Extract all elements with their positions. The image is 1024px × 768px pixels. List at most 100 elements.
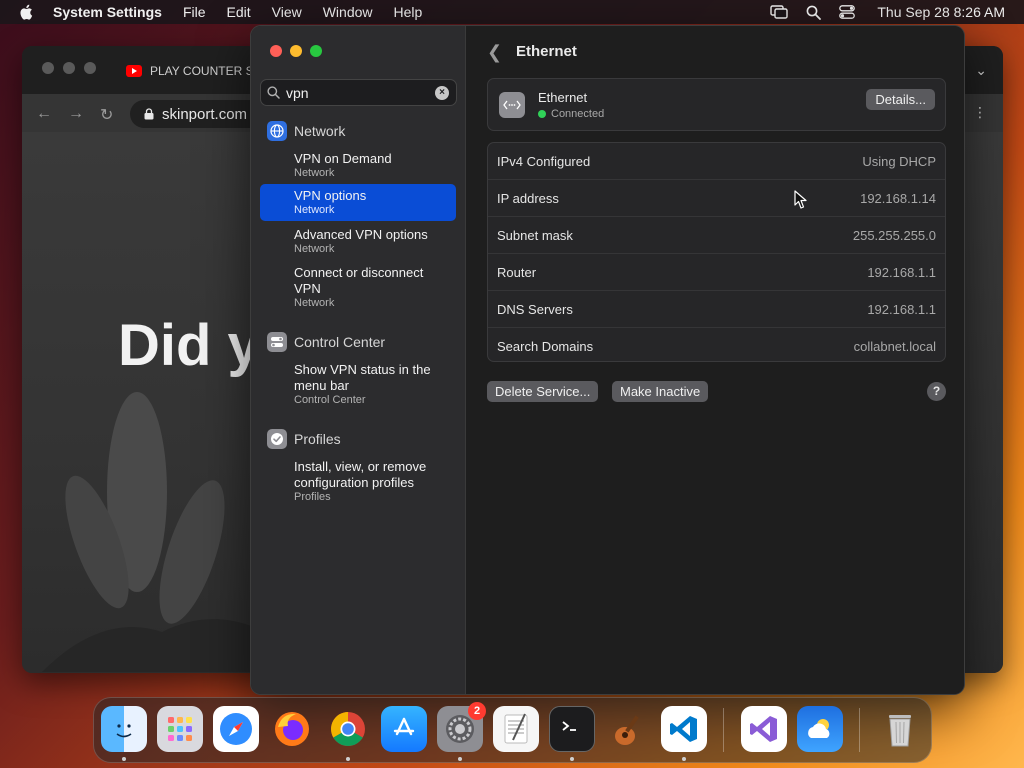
sidebar-group-profiles[interactable]: Profiles	[267, 429, 341, 449]
menu-window[interactable]: Window	[323, 4, 373, 20]
search-result-show-vpn-status[interactable]: Show VPN status in the menu bar Control …	[260, 358, 450, 411]
browser-tab[interactable]: PLAY COUNTER S	[126, 64, 254, 78]
dock-separator	[859, 708, 860, 752]
browser-close-button[interactable]	[42, 62, 54, 74]
window-controls	[270, 45, 322, 57]
result-title: Show VPN status in the menu bar	[294, 362, 431, 393]
system-settings-window: × Network VPN on Demand Network VPN opti…	[250, 25, 965, 695]
browser-minimize-button[interactable]	[63, 62, 75, 74]
result-subtitle: Control Center	[294, 394, 366, 406]
menu-help[interactable]: Help	[394, 4, 423, 20]
clear-search-icon[interactable]: ×	[435, 86, 449, 100]
info-row-ipv4-configured: IPv4 Configured Using DHCP	[488, 143, 945, 180]
info-value: Using DHCP	[862, 153, 936, 169]
browser-tab-title: PLAY COUNTER S	[150, 64, 254, 78]
textedit-icon[interactable]	[493, 706, 539, 752]
vscode-icon[interactable]	[661, 706, 707, 752]
result-subtitle: Network	[294, 167, 335, 179]
info-row-subnet-mask: Subnet mask 255.255.255.0	[488, 217, 945, 254]
info-value: 192.168.1.1	[867, 264, 936, 280]
running-indicator	[346, 757, 350, 761]
network-info-table: IPv4 Configured Using DHCP IP address 19…	[487, 142, 946, 362]
spotlight-search-icon[interactable]	[806, 5, 822, 20]
browser-window-controls	[42, 62, 96, 74]
sidebar-group-label: Network	[294, 123, 346, 139]
running-indicator	[682, 757, 686, 761]
app-store-icon[interactable]	[381, 706, 427, 752]
checkmark-seal-icon	[267, 429, 287, 449]
search-result-advanced-vpn-options[interactable]: Advanced VPN options Network	[260, 223, 456, 260]
back-chevron-icon[interactable]: ❮	[487, 42, 502, 63]
info-value: 255.255.255.0	[852, 227, 936, 243]
sidebar-group-network[interactable]: Network	[267, 121, 345, 141]
search-field[interactable]: ×	[260, 79, 457, 106]
info-value: collabnet.local	[853, 339, 936, 354]
info-value: 192.168.1.14	[860, 190, 936, 206]
details-button[interactable]: Details...	[866, 89, 935, 110]
info-key: Router	[497, 264, 537, 280]
pane-title: Ethernet	[516, 43, 577, 60]
finder-icon[interactable]	[101, 706, 147, 752]
forward-arrow-icon[interactable]: →	[68, 105, 84, 125]
firefox-icon[interactable]	[269, 706, 315, 752]
visual-studio-icon[interactable]	[741, 706, 787, 752]
info-row-ip-address: IP address 192.168.1.14	[488, 180, 945, 217]
settings-sidebar: × Network VPN on Demand Network VPN opti…	[251, 26, 466, 694]
search-result-vpn-options[interactable]: VPN options Network	[260, 184, 456, 221]
search-result-configuration-profiles[interactable]: Install, view, or remove configuration p…	[260, 455, 450, 508]
sidebar-group-control-center[interactable]: Control Center	[267, 332, 385, 352]
result-subtitle: Network	[294, 243, 335, 255]
menu-view[interactable]: View	[272, 4, 302, 20]
running-indicator	[122, 757, 126, 761]
decorative-plant-illustration	[42, 392, 282, 672]
service-card: Ethernet Connected Details...	[487, 78, 946, 131]
launchpad-icon[interactable]	[157, 706, 203, 752]
result-title: Install, view, or remove configuration p…	[294, 459, 427, 490]
zoom-button[interactable]	[310, 45, 322, 57]
apple-logo-icon[interactable]	[19, 4, 33, 20]
delete-service-button[interactable]: Delete Service...	[487, 381, 599, 402]
info-row-dns-servers: DNS Servers 192.168.1.1	[488, 291, 945, 328]
trash-icon[interactable]	[877, 706, 923, 752]
help-button[interactable]: ?	[927, 382, 946, 401]
dock	[93, 697, 932, 763]
service-name: Ethernet	[538, 90, 588, 105]
sidebar-group-label: Profiles	[294, 431, 341, 447]
weather-icon[interactable]	[797, 706, 843, 752]
result-title: Advanced VPN options	[294, 227, 428, 242]
notification-badge: 2	[468, 702, 486, 720]
result-title: VPN on Demand	[294, 151, 392, 166]
kebab-menu-icon[interactable]: ⋮	[973, 104, 987, 121]
browser-zoom-button[interactable]	[84, 62, 96, 74]
chrome-icon[interactable]	[325, 706, 371, 752]
back-arrow-icon[interactable]: ←	[36, 105, 52, 125]
close-button[interactable]	[270, 45, 282, 57]
control-center-icon[interactable]	[839, 5, 856, 19]
menu-clock[interactable]: Thu Sep 28 8:26 AM	[877, 4, 1005, 20]
menu-edit[interactable]: Edit	[227, 4, 251, 20]
make-inactive-button[interactable]: Make Inactive	[612, 381, 709, 402]
info-key: Search Domains	[497, 339, 594, 354]
reload-icon[interactable]: ↻	[100, 105, 113, 125]
page-hero-heading: Did y	[118, 313, 260, 378]
terminal-icon[interactable]	[549, 706, 595, 752]
result-subtitle: Profiles	[294, 491, 331, 503]
chevron-down-icon[interactable]: ⌄	[975, 62, 987, 79]
lock-icon	[144, 108, 154, 120]
result-subtitle: Network	[294, 204, 335, 216]
menu-file[interactable]: File	[183, 4, 206, 20]
result-title: Connect or disconnect VPN	[294, 265, 424, 296]
youtube-icon	[126, 65, 142, 77]
result-title: VPN options	[294, 188, 367, 203]
search-result-vpn-on-demand[interactable]: VPN on Demand Network	[260, 147, 456, 184]
mouse-cursor-icon	[794, 190, 807, 209]
safari-icon[interactable]	[213, 706, 259, 752]
minimize-button[interactable]	[290, 45, 302, 57]
search-result-connect-disconnect-vpn[interactable]: Connect or disconnect VPN Network	[260, 261, 430, 314]
garageband-icon[interactable]	[605, 706, 651, 752]
search-input[interactable]	[286, 84, 426, 101]
info-key: DNS Servers	[497, 301, 573, 317]
menu-app-name[interactable]: System Settings	[53, 4, 162, 20]
screen-mirroring-icon[interactable]	[770, 5, 789, 19]
result-subtitle: Network	[294, 297, 335, 309]
